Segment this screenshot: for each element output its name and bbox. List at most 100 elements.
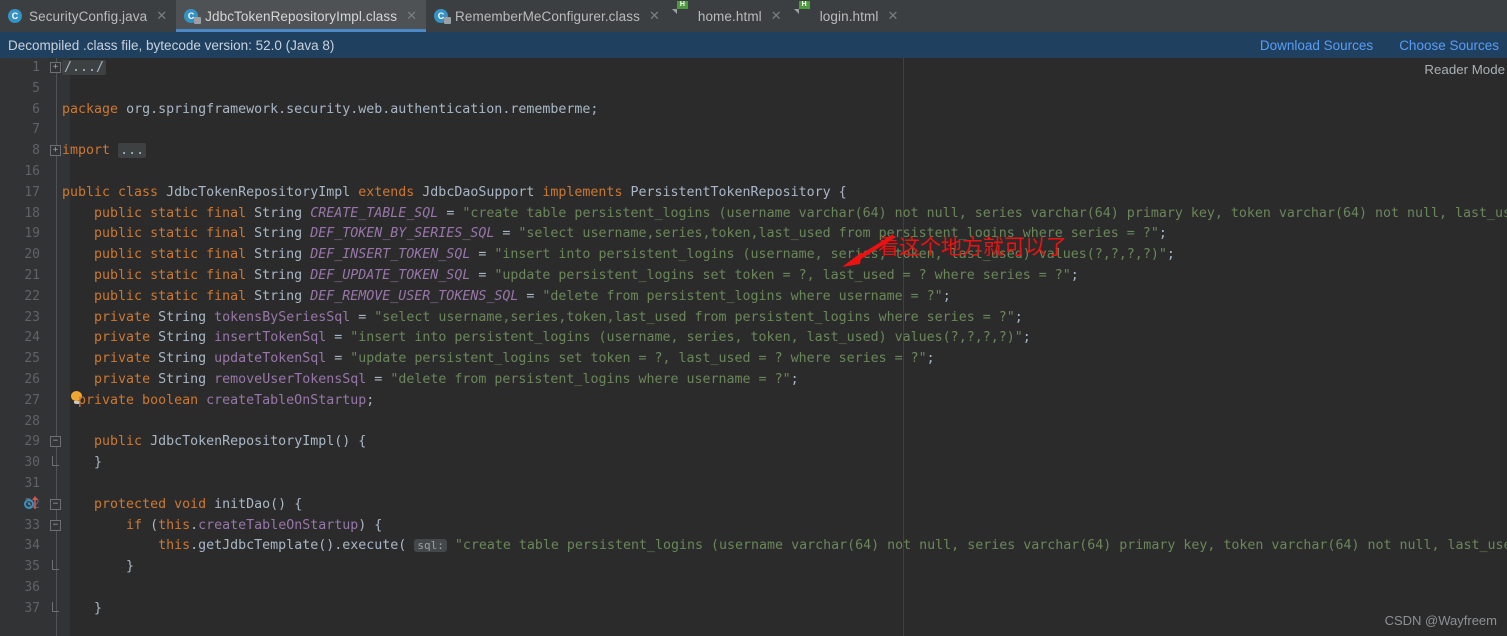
code-line: 24 private String insertTokenSql = "inse… <box>0 328 1507 349</box>
code-editor[interactable]: 1 +/.../5 6 package org.springframework.sec… <box>0 58 1507 636</box>
editor-tab-bar: C SecurityConfig.java ✕ C JdbcTokenRepositor… <box>0 0 1507 32</box>
code-text: private String tokensBySeriesSql = "sele… <box>94 309 1023 325</box>
code-line: 20 public static final String DEF_INSERT… <box>0 245 1507 266</box>
close-icon[interactable]: ✕ <box>771 10 782 23</box>
class-file-icon: C <box>434 8 452 24</box>
code-text: } <box>94 600 103 616</box>
reader-mode-label[interactable]: Reader Mode <box>1424 62 1505 77</box>
code-line: 36 <box>0 578 1507 599</box>
line-number: 31 <box>24 475 40 491</box>
code-line: 6 package org.springframework.security.we… <box>0 100 1507 121</box>
code-text: private String insertTokenSql = "insert … <box>94 330 1031 346</box>
fold-region-end-icon[interactable] <box>52 560 59 571</box>
code-line: 17 public class JdbcTokenRepositoryImpl e… <box>0 183 1507 204</box>
fold-region-end-icon[interactable] <box>52 456 59 467</box>
editor-tab-label: JdbcTokenRepositoryImpl.class <box>205 8 398 24</box>
editor-tab-0[interactable]: C SecurityConfig.java ✕ <box>0 0 176 32</box>
code-line: 5 <box>0 79 1507 100</box>
editor-tab-3[interactable]: Hhome.html ✕ <box>669 0 791 32</box>
html-file-icon: H <box>676 0 692 24</box>
code-line: 35 } <box>0 557 1507 578</box>
code-line: 30 } <box>0 453 1507 474</box>
code-text: private String removeUserTokensSql = "de… <box>94 371 799 387</box>
editor-tab-label: home.html <box>697 8 762 24</box>
line-number: 20 <box>24 247 40 263</box>
code-line: 29− public JdbcTokenRepositoryImpl() { <box>0 432 1507 453</box>
line-number: 8 <box>32 143 40 159</box>
fold-region-end-icon[interactable] <box>52 601 59 612</box>
code-text: if (this.createTableOnStartup) { <box>126 517 383 533</box>
line-number: 24 <box>24 330 40 346</box>
code-text: public static final String DEF_REMOVE_US… <box>94 288 951 304</box>
code-line: 27 private boolean createTableOnStartup; <box>0 390 1507 412</box>
line-number: 6 <box>32 101 40 117</box>
code-text: protected void initDao() { <box>94 496 303 512</box>
code-text: /.../ <box>62 60 107 75</box>
line-number: 18 <box>24 205 40 221</box>
html-file-icon: H <box>798 0 814 24</box>
code-line: 7 <box>0 120 1507 141</box>
editor-tab-1[interactable]: C JdbcTokenRepositoryImpl.class ✕ <box>176 0 427 32</box>
overriding-method-icon[interactable] <box>24 495 40 509</box>
code-line: 37 } <box>0 599 1507 620</box>
line-number: 16 <box>24 163 40 179</box>
code-line: 26 private String removeUserTokensSql = … <box>0 370 1507 391</box>
code-text: } <box>94 455 103 471</box>
java-class-icon: C <box>8 8 23 24</box>
code-text: } <box>126 559 135 575</box>
line-number: 23 <box>24 309 40 325</box>
code-text: public JdbcTokenRepositoryImpl() { <box>94 434 367 450</box>
line-number: 19 <box>24 226 40 242</box>
editor-tab-label: RememberMeConfigurer.class <box>455 8 640 24</box>
code-line: 31 <box>0 474 1507 495</box>
line-number: 35 <box>24 559 40 575</box>
watermark: CSDN @Wayfreem <box>1384 613 1497 628</box>
fold-collapse-icon[interactable]: − <box>50 498 61 510</box>
code-line: 19 public static final String DEF_TOKEN_… <box>0 224 1507 245</box>
line-number: 1 <box>32 60 40 75</box>
code-line: 8 + import ... <box>0 141 1507 162</box>
fold-expand-icon[interactable]: + <box>50 62 61 73</box>
code-text: public class JdbcTokenRepositoryImpl ext… <box>62 184 847 200</box>
line-number: 30 <box>24 455 40 471</box>
line-number: 28 <box>24 413 40 429</box>
line-number: 26 <box>24 371 40 387</box>
line-number: 22 <box>24 288 40 304</box>
editor-tab-4[interactable]: Hlogin.html ✕ <box>791 0 908 32</box>
close-icon[interactable]: ✕ <box>887 10 898 23</box>
code-text: private boolean createTableOnStartup; <box>78 392 375 408</box>
code-text: public static final String DEF_UPDATE_TO… <box>94 267 1079 283</box>
code-text: public static final String CREATE_TABLE_… <box>94 205 1507 221</box>
code-text: private String updateTokenSql = "update … <box>94 351 935 367</box>
fold-expand-icon[interactable]: + <box>50 145 61 157</box>
code-line: 16 <box>0 162 1507 183</box>
code-text: this.getJdbcTemplate().execute( sql: "cr… <box>158 538 1507 554</box>
code-line: 25 private String updateTokenSql = "upda… <box>0 349 1507 370</box>
line-number: 17 <box>24 184 40 200</box>
code-line: 22 public static final String DEF_REMOVE… <box>0 287 1507 308</box>
editor-tab-2[interactable]: C RememberMeConfigurer.class ✕ <box>426 0 669 32</box>
code-line: 34 this.getJdbcTemplate().execute( sql: … <box>0 536 1507 557</box>
notification-message: Decompiled .class file, bytecode version… <box>8 37 335 53</box>
line-number: 29 <box>24 434 40 450</box>
fold-collapse-icon[interactable]: − <box>50 436 61 448</box>
line-number: 37 <box>24 600 40 616</box>
code-text: package org.springframework.security.web… <box>62 101 599 117</box>
line-number: 21 <box>24 267 40 283</box>
line-number: 27 <box>24 392 40 408</box>
class-file-icon: C <box>184 8 202 24</box>
fold-collapse-icon[interactable]: − <box>50 519 61 531</box>
download-sources-link[interactable]: Download Sources <box>1260 38 1373 53</box>
line-number: 33 <box>24 517 40 533</box>
annotation-text: 看这个地方就可以了 <box>878 235 1067 259</box>
code-line: 1 +/.../ <box>0 58 1507 79</box>
close-icon[interactable]: ✕ <box>156 10 167 23</box>
code-line: 28 <box>0 412 1507 433</box>
line-number: 36 <box>24 579 40 595</box>
close-icon[interactable]: ✕ <box>649 10 660 23</box>
code-line: 33− if (this.createTableOnStartup) { <box>0 516 1507 537</box>
choose-sources-link[interactable]: Choose Sources <box>1399 38 1499 53</box>
code-line: 32− protected void initDao() { <box>0 495 1507 516</box>
decompiled-notification-bar: Decompiled .class file, bytecode version… <box>0 32 1507 58</box>
close-icon[interactable]: ✕ <box>406 10 417 23</box>
